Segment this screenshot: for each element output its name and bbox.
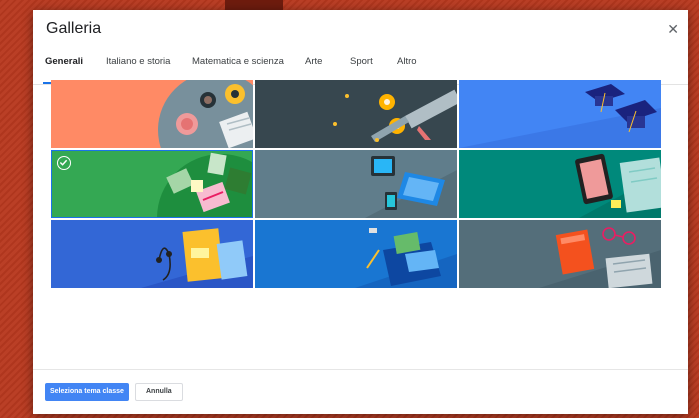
tab-matematica-e-scienza[interactable]: Matematica e scienza <box>192 56 284 67</box>
theme-tile-study-selected[interactable] <box>51 150 253 218</box>
select-theme-button[interactable]: Seleziona tema classe <box>45 383 129 401</box>
dialog-title: Galleria <box>46 20 102 37</box>
theme-tile-headphones[interactable] <box>51 220 253 288</box>
theme-tile-diploma[interactable] <box>255 80 457 148</box>
theme-tile-coffee[interactable] <box>51 80 253 148</box>
theme-tile-book-glasses[interactable] <box>459 220 661 288</box>
theme-tile-laptop[interactable] <box>255 150 457 218</box>
cancel-button[interactable]: Annulla <box>135 383 183 401</box>
theme-tile-backpack[interactable] <box>255 220 457 288</box>
theme-tile-phone[interactable] <box>459 150 661 218</box>
close-icon[interactable]: ✕ <box>667 22 679 36</box>
theme-gallery-grid <box>51 80 661 290</box>
theme-tile-graduation[interactable] <box>459 80 661 148</box>
dialog-header: Galleria ✕ <box>33 10 688 47</box>
selected-check-icon <box>57 156 71 170</box>
tab-sport[interactable]: Sport <box>350 56 373 67</box>
gallery-dialog: Galleria ✕ Generali Italiano e storia Ma… <box>33 10 688 414</box>
tab-generali[interactable]: Generali <box>45 56 83 67</box>
dialog-footer: Seleziona tema classe Annulla <box>33 369 688 414</box>
tab-arte[interactable]: Arte <box>305 56 322 67</box>
tab-altro[interactable]: Altro <box>397 56 417 67</box>
tab-italiano-e-storia[interactable]: Italiano e storia <box>106 56 170 67</box>
background-accent-strip <box>225 0 283 10</box>
